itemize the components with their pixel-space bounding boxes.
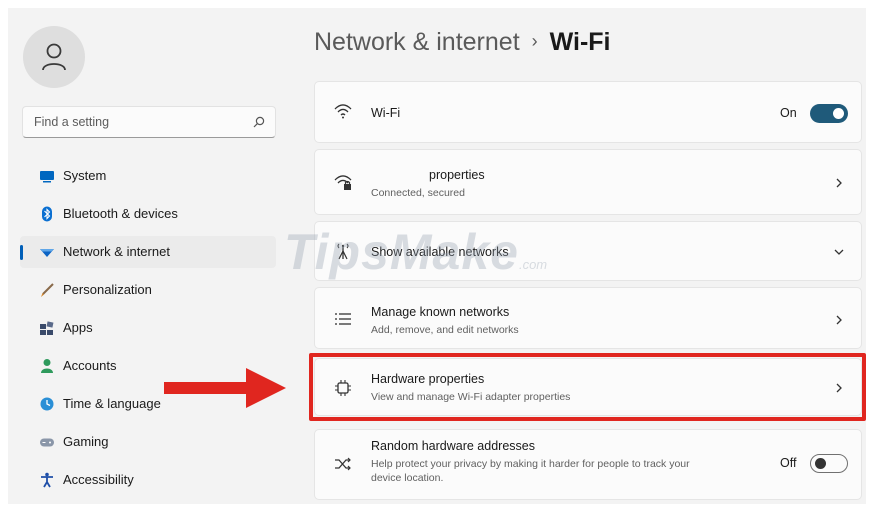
sidebar-item-label: Time & language [63, 396, 161, 411]
network-properties-card[interactable]: properties Connected, secured [314, 149, 862, 215]
chevron-down-icon [834, 249, 844, 255]
sidebar-item-label: Accessibility [63, 472, 134, 487]
monitor-icon [40, 171, 54, 183]
sidebar-item-bluetooth[interactable]: Bluetooth & devices [20, 198, 276, 230]
wifi-label: Wi-Fi [371, 106, 401, 120]
sidebar-item-network[interactable]: Network & internet [20, 236, 276, 268]
breadcrumb: Network & internet › Wi-Fi [314, 28, 611, 57]
connection-status: Connected, secured [371, 187, 465, 199]
sidebar-item-label: Apps [63, 320, 93, 335]
list-icon [335, 313, 351, 325]
search-icon [253, 116, 265, 128]
breadcrumb-parent[interactable]: Network & internet [314, 28, 520, 56]
person-icon [41, 359, 53, 373]
gamepad-icon [40, 438, 54, 447]
chevron-right-icon [836, 315, 842, 325]
user-avatar[interactable] [23, 26, 85, 88]
sidebar-item-gaming[interactable]: Gaming [20, 426, 276, 458]
breadcrumb-separator: › [531, 31, 538, 51]
sidebar-item-apps[interactable]: Apps [20, 312, 276, 344]
sidebar-item-label: Bluetooth & devices [63, 206, 178, 221]
apps-icon [40, 321, 54, 335]
random-addresses-toggle-state: Off [780, 456, 797, 470]
random-addresses-description: Help protect your privacy by making it h… [371, 458, 690, 484]
highlight-box [309, 353, 866, 421]
sidebar-item-accessibility[interactable]: Accessibility [20, 464, 276, 496]
search-placeholder: Find a setting [34, 115, 110, 129]
random-hardware-addresses-card: Random hardware addresses Help protect y… [314, 429, 862, 500]
wifi-icon [334, 104, 352, 119]
network-properties-label: properties [429, 168, 485, 182]
wifi-toggle-state: On [780, 106, 797, 120]
arrow-right-icon [164, 368, 286, 408]
sidebar-item-label: Personalization [63, 282, 152, 297]
brush-icon [41, 283, 54, 297]
person-outline-icon [42, 43, 66, 71]
random-addresses-toggle[interactable] [810, 454, 848, 473]
toggle-knob [815, 458, 826, 469]
sidebar-item-label: Gaming [63, 434, 109, 449]
chevron-right-icon [836, 178, 842, 188]
known-networks-card[interactable]: Manage known networks Add, remove, and e… [314, 287, 862, 349]
wifi-toggle-card: Wi-Fi On [314, 81, 862, 143]
watermark: TipsMake.com [284, 224, 548, 280]
toggle-knob [833, 108, 844, 119]
sidebar-item-label: Accounts [63, 358, 117, 373]
settings-window: Find a setting System Bluetooth & device… [8, 8, 866, 504]
known-networks-description: Add, remove, and edit networks [371, 324, 519, 336]
page-title: Wi-Fi [549, 28, 611, 56]
wifi-secured-icon [334, 175, 352, 190]
sidebar-item-label: Network & internet [63, 244, 170, 259]
random-addresses-label: Random hardware addresses [371, 439, 535, 453]
bluetooth-icon [42, 206, 52, 222]
sidebar-item-personalization[interactable]: Personalization [20, 274, 276, 306]
known-networks-label: Manage known networks [371, 305, 510, 319]
wifi-diamond-icon [40, 249, 54, 257]
sidebar-item-system[interactable]: System [20, 160, 276, 192]
selection-indicator [20, 245, 23, 260]
wifi-toggle[interactable] [810, 104, 848, 123]
search-input[interactable]: Find a setting [22, 106, 276, 138]
shuffle-icon [335, 457, 351, 471]
sidebar-item-label: System [63, 168, 107, 183]
globe-clock-icon [40, 397, 54, 411]
accessibility-icon [41, 472, 53, 488]
